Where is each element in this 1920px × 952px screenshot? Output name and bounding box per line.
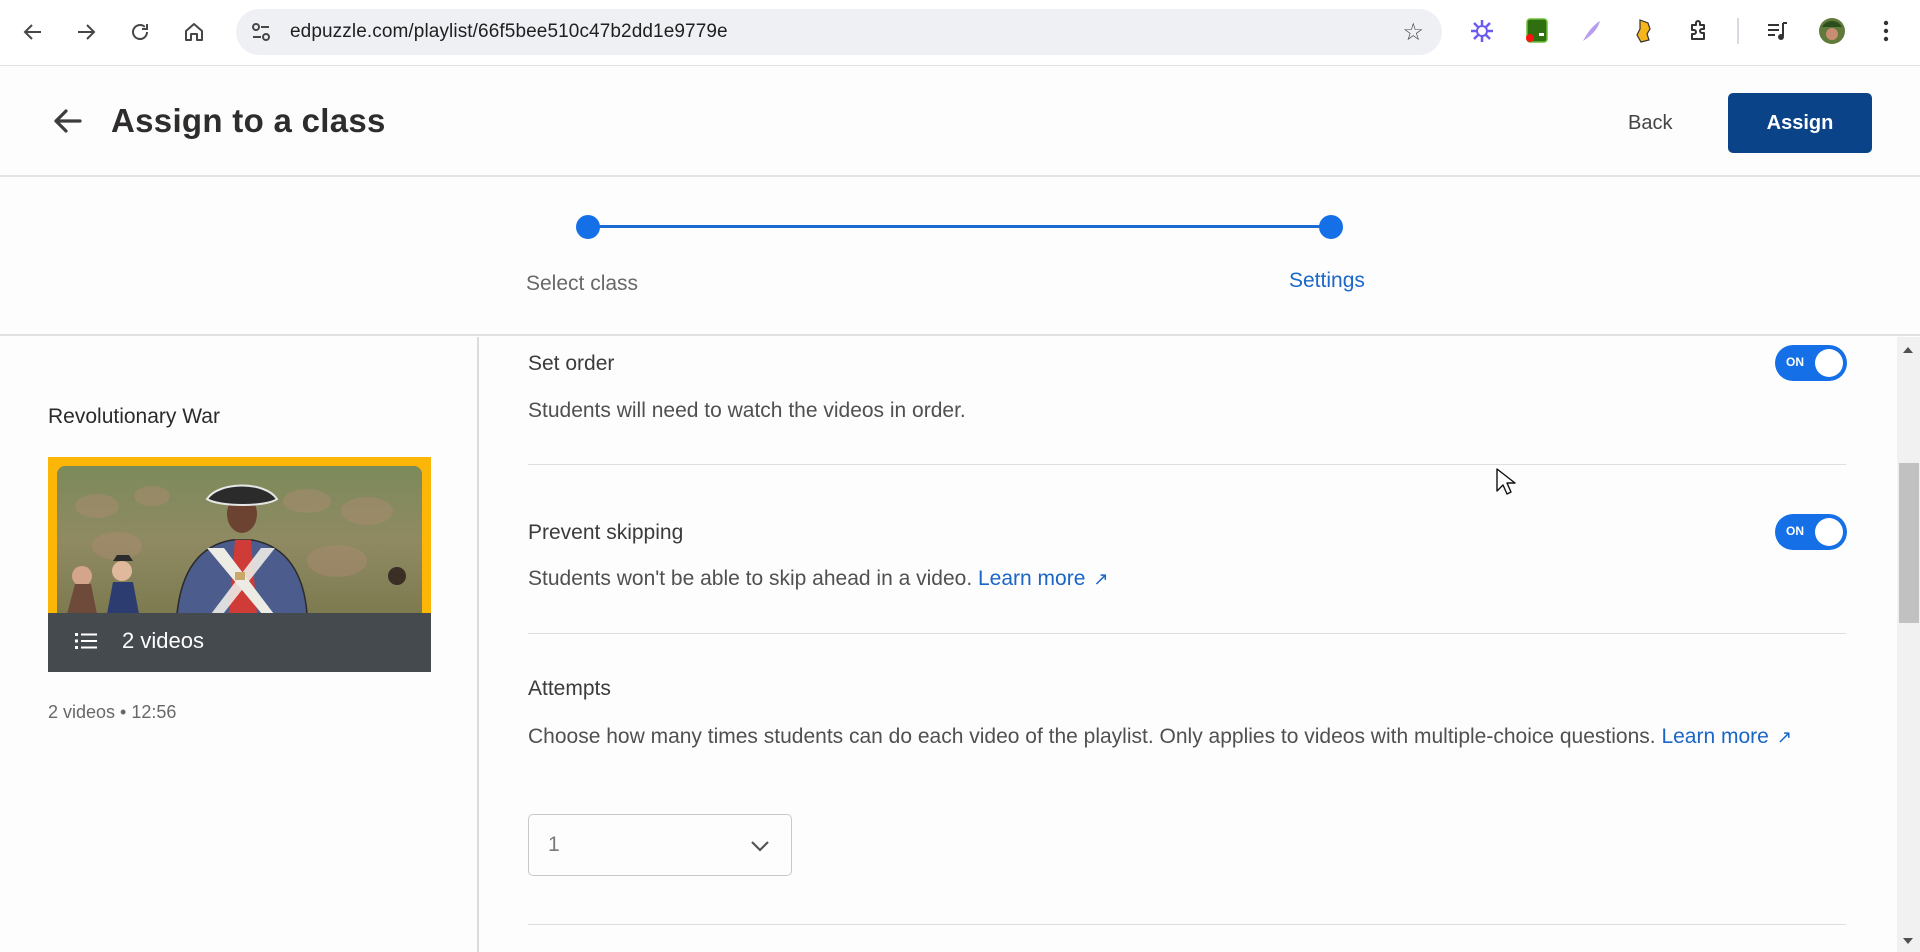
scrollbar[interactable]: [1897, 337, 1920, 952]
prevent-skipping-toggle[interactable]: ON: [1775, 514, 1847, 550]
media-control-icon[interactable]: [1762, 16, 1792, 46]
page-title: Assign to a class: [111, 102, 386, 139]
honey-extension-icon[interactable]: [1629, 16, 1659, 46]
set-order-description: Students will need to watch the videos i…: [528, 399, 966, 422]
playlist-meta: 2 videos • 12:56: [48, 702, 177, 722]
perplexity-icon[interactable]: [1467, 16, 1497, 46]
prevent-skipping-learn-more-link[interactable]: Learn more ↗: [978, 567, 1108, 590]
back-button[interactable]: Back: [1628, 112, 1672, 135]
home-icon[interactable]: [176, 14, 212, 50]
attempts-description: Choose how many times students can do ea…: [528, 719, 1858, 755]
site-settings-icon[interactable]: [250, 21, 272, 43]
step-label-settings: Settings: [1289, 269, 1365, 292]
feather-extension-icon[interactable]: [1576, 16, 1606, 46]
reload-icon[interactable]: [122, 14, 158, 50]
attempts-text: Choose how many times students can do ea…: [528, 725, 1656, 748]
scroll-down-arrow-icon[interactable]: [1903, 938, 1913, 944]
thumbnail-image: [57, 466, 422, 614]
step-dot-select-class[interactable]: [576, 215, 600, 239]
address-bar[interactable]: edpuzzle.com/playlist/66f5bee510c47b2dd1…: [236, 9, 1442, 55]
stepper-line: [588, 225, 1331, 228]
toolbar-separator: [1737, 18, 1739, 44]
attempts-title: Attempts: [528, 677, 611, 700]
learn-more-label: Learn more: [978, 567, 1086, 590]
page-header: Assign to a class Back Assign: [0, 66, 1920, 177]
bookmark-star-icon[interactable]: ☆: [1402, 18, 1424, 47]
scroll-up-arrow-icon[interactable]: [1903, 347, 1913, 353]
back-icon[interactable]: [15, 14, 51, 50]
attempts-select-value: 1: [548, 833, 560, 856]
assign-button[interactable]: Assign: [1728, 93, 1872, 153]
step-dot-settings: [1319, 215, 1343, 239]
playlist-panel: Revolutionary War 2 videos 2 videos • 12…: [0, 337, 479, 952]
playlist-title: Revolutionary War: [48, 405, 220, 428]
list-icon: [75, 633, 97, 649]
green-extension-icon[interactable]: [1522, 16, 1552, 46]
prevent-skipping-toggle-label: ON: [1786, 524, 1804, 538]
playlist-thumbnail: 2 videos: [48, 457, 431, 672]
step-label-select-class[interactable]: Select class: [526, 272, 638, 296]
prevent-skipping-description: Students won't be able to skip ahead in …: [528, 561, 1108, 597]
learn-more-label: Learn more: [1661, 725, 1769, 748]
external-link-icon: ↗: [1093, 569, 1109, 589]
thumbnail-video-count: 2 videos: [122, 628, 204, 653]
menu-kebab-icon[interactable]: [1871, 16, 1901, 46]
extensions-puzzle-icon[interactable]: [1684, 16, 1714, 46]
prevent-skipping-text: Students won't be able to skip ahead in …: [528, 567, 973, 590]
url-text[interactable]: edpuzzle.com/playlist/66f5bee510c47b2dd1…: [290, 21, 728, 43]
prevent-skipping-title: Prevent skipping: [528, 521, 684, 544]
toggle-knob: [1815, 518, 1843, 546]
divider: [528, 633, 1846, 634]
progress-stepper: Select class Settings: [0, 177, 1920, 336]
profile-avatar[interactable]: [1817, 16, 1847, 46]
thumbnail-caption-bar: 2 videos: [48, 613, 431, 672]
divider: [528, 464, 1846, 465]
set-order-toggle-label: ON: [1786, 355, 1804, 369]
settings-panel: Set order ON Students will need to watch…: [481, 337, 1896, 952]
set-order-title: Set order: [528, 352, 615, 375]
toggle-knob: [1815, 349, 1843, 377]
chevron-down-icon: [751, 841, 769, 852]
attempts-learn-more-link[interactable]: Learn more ↗: [1661, 725, 1791, 748]
set-order-toggle[interactable]: ON: [1775, 345, 1847, 381]
back-arrow-icon[interactable]: [50, 104, 84, 138]
forward-icon[interactable]: [68, 14, 104, 50]
external-link-icon: ↗: [1776, 727, 1792, 747]
scrollbar-thumb[interactable]: [1899, 463, 1919, 623]
browser-toolbar: edpuzzle.com/playlist/66f5bee510c47b2dd1…: [0, 0, 1920, 66]
attempts-select[interactable]: 1: [528, 814, 792, 876]
divider: [528, 924, 1846, 925]
